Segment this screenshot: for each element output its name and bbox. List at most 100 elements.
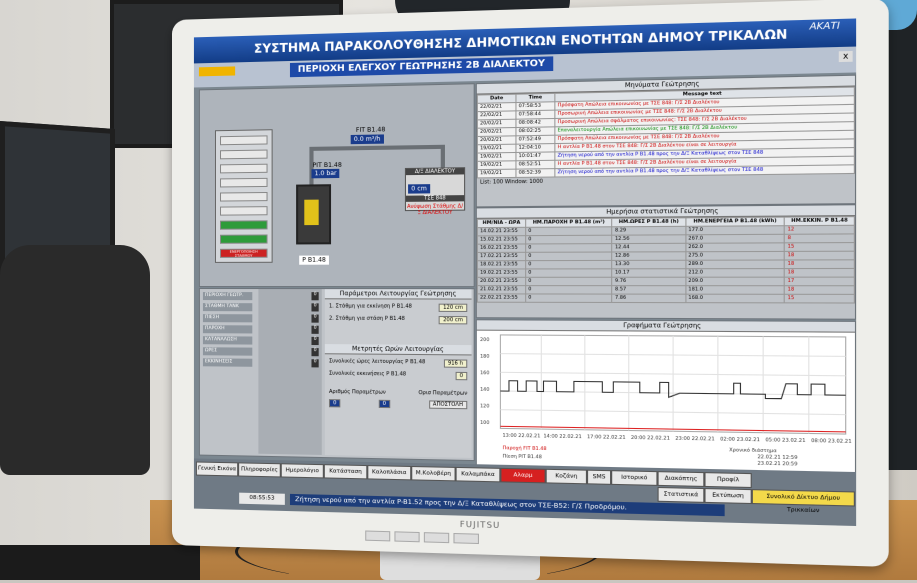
close-button[interactable]: x — [838, 50, 853, 63]
monitor-button[interactable] — [365, 530, 391, 542]
list-item[interactable]: ΩΡΕΣ — [202, 347, 253, 356]
table-row[interactable]: 22.02.21 23:55 0 7.86 168.0 15 — [477, 293, 855, 304]
pipe — [309, 144, 445, 151]
control-switch[interactable] — [220, 206, 268, 216]
tab-switch[interactable]: Διακόπτης — [657, 471, 705, 487]
monitor-brand: FUJITSU — [459, 519, 501, 531]
monitor-buttons — [365, 530, 479, 545]
list-item: 0 — [261, 292, 319, 301]
pump-label: P B1.48 — [299, 255, 329, 265]
tank-title: Δ/Ξ ΔΙΑΛΕΚΤΟΥ — [405, 168, 465, 176]
tab-kalopl[interactable]: Καλοπλάσια — [367, 465, 412, 481]
x-label: 05:00 23.02.21 — [765, 437, 805, 444]
plant-diagram-panel: ΕΝΕΡΓΟΠΟΙΗΣΗ ΣΤΑΘΜΟΥ FIT B1.48 0.0 m³/h … — [198, 83, 475, 288]
starts-counter: Συνολικές εκκινήσεις P B1.48 0 — [329, 371, 468, 381]
stop-level-input[interactable]: 200 cm — [438, 316, 468, 325]
x-label: 08:00 23.02.21 — [811, 438, 852, 445]
tank: Δ/Ξ ΔΙΑΛΕΚΤΟΥ 0 cm ΤΣΕ 848 Ανύψωση Στάθμ… — [404, 167, 466, 216]
list-item: 0 — [261, 314, 319, 323]
tab-kalampaka[interactable]: Καλαμπάκα — [455, 466, 501, 483]
area-title: ΠΕΡΙΟΧΗ ΕΛΕΓΧΟΥ ΓΕΩΤΡΗΣΗΣ 2Β ΔΙΑΛΕΚΤΟΥ — [289, 56, 554, 78]
tab-network[interactable]: Συνολικό Δίκτυο Δήμου Τρικκαίων — [751, 489, 855, 514]
list-item: 0 — [261, 348, 319, 357]
trend-chart[interactable]: 200 180 160 140 120 100 13:00 22.02.21 1… — [477, 331, 853, 471]
clock: 08:55:53 — [239, 492, 285, 505]
control-switch[interactable] — [220, 149, 268, 160]
office-chair — [0, 245, 150, 475]
list-item: 0 — [261, 303, 319, 312]
list-item: 0 — [261, 325, 319, 334]
home-button[interactable] — [198, 66, 236, 77]
tank-alarm: Ανύψωση Στάθμης Δ/Ξ ΔΙΑΛΕΚΤΟΥ — [407, 203, 464, 217]
start-level-input[interactable]: 120 cm — [438, 303, 468, 312]
list-item[interactable]: ΠΙΕΣΗ — [202, 314, 253, 323]
tab-stats[interactable]: Στατιστικά — [657, 486, 705, 503]
pressure-value: 1.0 bar — [311, 168, 340, 179]
mode-button[interactable]: ΕΝΕΡΓΟΠΟΙΗΣΗ ΣΤΑΘΜΟΥ — [220, 248, 268, 258]
tab-log[interactable]: Ημερολόγιο — [280, 463, 324, 479]
monitor-button[interactable] — [394, 531, 420, 543]
auto-button[interactable] — [220, 234, 268, 244]
table-row[interactable]: 19.02.21 23:55 0 10.17 212.0 18 — [477, 268, 855, 278]
counters-header: Μετρητές Ωρών Λειτουργίας — [324, 344, 472, 356]
param-input-1[interactable]: 0 — [328, 399, 341, 408]
settings-box: Παράμετροι Λειτουργίας Γεώτρησης 1. Στάθ… — [324, 289, 472, 458]
list-item[interactable]: ΣΤΑΘΜΗ ΤΑΝΚ — [202, 303, 253, 312]
y-label: 120 — [480, 403, 489, 409]
events-panel: Μηνύματα Γεώτρησης Date Time Message tex… — [475, 74, 857, 208]
settings-header: Παράμετροι Λειτουργίας Γεώτρησης — [324, 289, 472, 300]
table-row[interactable]: 20.02.21 23:55 0 9.76 209.0 17 — [477, 277, 855, 286]
y-label: 160 — [480, 370, 489, 376]
pipe — [440, 144, 445, 168]
col-datetime[interactable]: ΗΜ/ΝΙΑ - ΩΡΑ — [477, 218, 526, 228]
graph-panel: Γραφήματα Γεώτρησης 200 180 160 140 120 — [475, 319, 857, 475]
monitor-button[interactable] — [453, 532, 479, 545]
setpoint-start: 1. Στάθμη για εκκίνηση P B1.48 120 cm — [329, 303, 468, 312]
events-table: Date Time Message text 22/02/21 07:58:53 Π… — [477, 87, 855, 179]
x-label: 17:00 22.02.21 — [587, 434, 626, 441]
y-label: 100 — [480, 420, 489, 426]
x-label: 13:00 22.02.21 — [503, 433, 541, 440]
tank-sub: ΤΣΕ 848 — [405, 195, 465, 202]
control-switch[interactable] — [220, 135, 268, 146]
list-item[interactable]: ΠΕΡΙΟΧΗ ΓΕΩΤΡ. — [202, 292, 253, 301]
list-item[interactable]: ΕΚΚΙΝΗΣΕΙΣ — [202, 358, 253, 367]
param-input-2[interactable]: 0 — [378, 399, 391, 409]
tab-profile[interactable]: Προφίλ — [704, 472, 752, 489]
control-switch[interactable] — [220, 177, 268, 188]
tab-kolover[interactable]: Μ.Κολοβέρη — [411, 465, 456, 482]
y-label: 200 — [480, 337, 489, 343]
list-item[interactable]: ΠΑΡΟΧΗ — [202, 325, 253, 334]
send-button[interactable]: ΑΠΟΣΤΟΛΗ — [428, 400, 468, 410]
monitor-button[interactable] — [423, 532, 450, 544]
pump-icon[interactable] — [304, 199, 319, 226]
tab-alarm[interactable]: Αλαρμ — [500, 467, 546, 484]
tab-kozani[interactable]: Κοζάνη — [545, 468, 588, 485]
start-button[interactable] — [220, 220, 268, 230]
flow-value: 0.0 m³/h — [350, 134, 384, 145]
scada-screen: ΣΥΣΤΗΜΑ ΠΑΡΑΚΟΛΟΥΘΗΣΗΣ ΔΗΜΟΤΙΚΩΝ ΕΝΟΤΗΤΩ… — [193, 18, 857, 527]
control-switch[interactable] — [220, 163, 268, 174]
y-label: 180 — [480, 353, 489, 359]
list-item[interactable]: ΚΑΤΑΝΑΛΩΣΗ — [202, 336, 253, 345]
tab-history[interactable]: Ιστορικό — [611, 470, 658, 486]
tab-info[interactable]: Πληροφορίες — [238, 462, 281, 478]
tab-print[interactable]: Εκτύπωση — [704, 488, 752, 505]
left-list: ΠΕΡΙΟΧΗ ΓΕΩΤΡ. ΣΤΑΘΜΗ ΤΑΝΚ ΠΙΕΣΗ ΠΑΡΟΧΗ … — [200, 289, 255, 454]
legend-flow: Παροχή FIT B1.48 — [503, 444, 547, 452]
control-switch[interactable] — [220, 192, 268, 202]
stats-panel: Ημερήσια στατιστικά Γεώτρησης ΗΜ/ΝΙΑ - Ω… — [475, 204, 857, 320]
x-label: 02:00 23.02.21 — [720, 436, 760, 443]
keyboard — [0, 545, 200, 580]
range-to: 23.02.21 20:59 — [757, 460, 797, 467]
param-values: 0 0 ΑΠΟΣΤΟΛΗ — [328, 399, 468, 410]
monitor: ΣΥΣΤΗΜΑ ΠΑΡΑΚΟΛΟΥΘΗΣΗΣ ΔΗΜΟΤΙΚΩΝ ΕΝΟΤΗΤΩ… — [172, 0, 889, 567]
list-item: 0 — [261, 336, 319, 346]
values-column: 0 0 0 0 0 0 0 — [258, 289, 322, 455]
x-label: 20:00 22.02.21 — [631, 435, 670, 442]
tank-level: 0 cm — [408, 184, 431, 194]
tab-overview[interactable]: Γενική Εικόνα — [195, 461, 239, 477]
tab-status[interactable]: Κατάσταση — [323, 464, 368, 480]
tab-sms[interactable]: SMS — [587, 469, 612, 485]
control-box: ΕΝΕΡΓΟΠΟΙΗΣΗ ΣΤΑΘΜΟΥ — [214, 129, 273, 263]
